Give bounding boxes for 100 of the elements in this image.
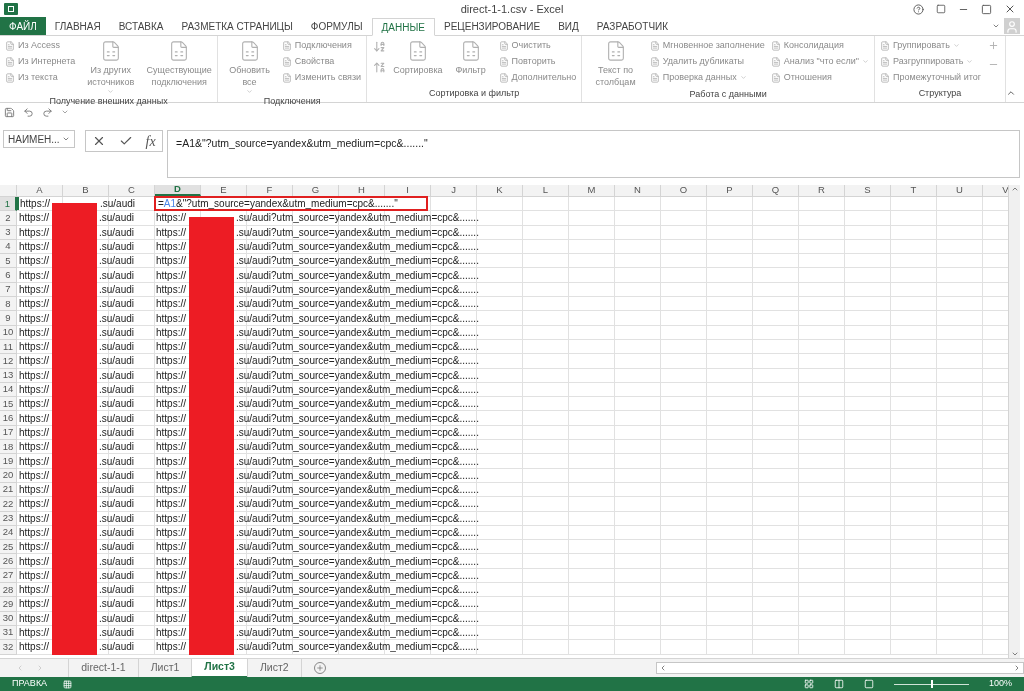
cell-text: https:// bbox=[19, 612, 49, 624]
row-header[interactable]: 15 bbox=[0, 397, 17, 412]
cell-text: .su/audi?utm_source=yandex&utm_medium=cpc&....... bbox=[236, 541, 479, 553]
name-box[interactable]: НАИМЕН... bbox=[3, 130, 75, 148]
column-header[interactable]: T bbox=[891, 185, 937, 196]
row-header[interactable]: 19 bbox=[0, 454, 17, 469]
row-header[interactable]: 8 bbox=[0, 297, 17, 312]
ribbon-tab[interactable]: ДАННЫЕ bbox=[371, 18, 435, 36]
row-header[interactable]: 12 bbox=[0, 354, 17, 369]
cell-text: https:// bbox=[156, 469, 186, 481]
cell-text: .su/audi?utm_source=yandex&utm_medium=cpc&....... bbox=[236, 355, 479, 367]
row-header[interactable]: 22 bbox=[0, 497, 17, 512]
cell-text: .su/audi bbox=[99, 369, 135, 381]
cell-text: https:// bbox=[19, 527, 49, 538]
ribbon-tab[interactable]: РЕЦЕНЗИРОВАНИЕ bbox=[435, 18, 550, 35]
sheet-tab[interactable]: Лист3 bbox=[191, 658, 247, 678]
cell-text: .su/audi bbox=[99, 255, 135, 267]
cell-text: .su/audi bbox=[99, 269, 135, 281]
column-header[interactable]: A bbox=[17, 185, 63, 196]
column-header[interactable]: N bbox=[615, 185, 661, 196]
cell-text: https:// bbox=[156, 441, 186, 453]
column-header[interactable]: L bbox=[523, 185, 569, 196]
column-header[interactable]: U bbox=[937, 185, 983, 196]
cell-text: .su/audi bbox=[99, 584, 135, 596]
cell-text: https:// bbox=[156, 484, 186, 496]
ribbon-tab[interactable]: ВИД bbox=[549, 18, 588, 35]
cell-text: .su/audi?utm_source=yandex&utm_medium=cpc&....... bbox=[236, 498, 479, 510]
cell-text: .su/audi bbox=[99, 384, 135, 395]
ribbon-tab[interactable]: ФОРМУЛЫ bbox=[301, 18, 372, 35]
cell-text: .su/audi bbox=[99, 612, 135, 624]
row-header[interactable]: 18 bbox=[0, 440, 17, 455]
cell-text: https:// bbox=[156, 569, 186, 581]
ribbon-tab[interactable]: ФАЙЛ bbox=[0, 17, 46, 35]
column-header[interactable]: R bbox=[799, 185, 845, 196]
row-header[interactable]: 26 bbox=[0, 554, 17, 569]
ribbon-group-label: Сортировка и фильтр bbox=[428, 86, 521, 100]
column-header[interactable]: Q bbox=[753, 185, 799, 196]
row-header[interactable]: 1 bbox=[0, 197, 17, 212]
ribbon-tab[interactable]: ВСТАВКА bbox=[109, 18, 173, 35]
column-header[interactable]: M bbox=[569, 185, 615, 196]
cell-text: https:// bbox=[156, 341, 186, 353]
row-header[interactable]: 5 bbox=[0, 254, 17, 269]
cell-text: .su/audi?utm_source=yandex&utm_medium=cpc&....... bbox=[236, 441, 479, 453]
cell-text: .su/audi?utm_source=yandex&utm_medium=cpc&....... bbox=[236, 283, 479, 295]
row-header[interactable]: 29 bbox=[0, 597, 17, 612]
column-header[interactable]: P bbox=[707, 185, 753, 196]
row-header[interactable]: 6 bbox=[0, 268, 17, 283]
cell-text: https:// bbox=[156, 283, 186, 295]
column-header[interactable]: D bbox=[155, 185, 201, 196]
column-header[interactable]: J bbox=[431, 185, 477, 196]
function-button[interactable]: fx bbox=[145, 130, 156, 152]
cell-text: https:// bbox=[156, 298, 186, 310]
column-header[interactable]: K bbox=[477, 185, 523, 196]
cell-text: .su/audi?utm_source=yandex&utm_medium=cpc&....... bbox=[236, 469, 479, 481]
ribbon-tab[interactable]: РАЗРАБОТЧИК bbox=[587, 18, 678, 35]
cell-text: https:// bbox=[19, 584, 49, 596]
cell-text: .su/audi?utm_source=yandex&utm_medium=cpc&....... bbox=[236, 398, 479, 410]
formula-input[interactable]: =A1&"?utm_source=yandex&utm_medium=cpc&......." bbox=[167, 130, 1020, 178]
cell-text: .su/audi?utm_source=yandex&utm_medium=cpc&....... bbox=[236, 212, 479, 224]
cell-text: https:// bbox=[20, 198, 50, 210]
row-header[interactable]: 32 bbox=[0, 640, 17, 655]
cell-text: https:// bbox=[19, 369, 49, 381]
row-header[interactable]: 25 bbox=[0, 540, 17, 555]
ribbon-tab[interactable]: РАЗМЕТКА СТРАНИЦЫ bbox=[172, 18, 302, 35]
cell-text: https:// bbox=[19, 212, 49, 224]
window-title: direct-1-1.csv - Excel bbox=[460, 1, 564, 17]
ribbon-group-label: Работа с данными bbox=[688, 88, 768, 101]
row-header[interactable]: 9 bbox=[0, 311, 17, 326]
cell-text: .su/audi bbox=[99, 598, 135, 610]
cell-text: https:// bbox=[19, 555, 49, 567]
column-header[interactable]: B bbox=[63, 185, 109, 196]
cell-text: https:// bbox=[19, 255, 49, 267]
cell-text: https:// bbox=[156, 426, 186, 438]
cell-text: https:// bbox=[156, 498, 186, 510]
cell-text: .su/audi?utm_source=yandex&utm_medium=cpc&....... bbox=[236, 426, 479, 438]
cell-text: .su/audi bbox=[99, 541, 135, 553]
cell-text: https:// bbox=[19, 484, 49, 496]
cell-text: https:// bbox=[19, 226, 49, 238]
cell-text: .su/audi?utm_source=yandex&utm_medium=cpc&....... bbox=[236, 412, 479, 424]
row-header[interactable]: 2 bbox=[0, 211, 17, 226]
cell-text: https:// bbox=[19, 512, 49, 524]
cell-text: .su/audi bbox=[99, 498, 135, 510]
ribbon-tab[interactable]: ГЛАВНАЯ bbox=[45, 18, 110, 35]
column-header[interactable]: O bbox=[661, 185, 707, 196]
column-header[interactable]: S bbox=[845, 185, 891, 196]
cell-text: .su/audi?utm_source=yandex&utm_medium=cpc&....... bbox=[236, 326, 479, 338]
cell-text: .su/audi?utm_source=yandex&utm_medium=cpc&....... bbox=[236, 584, 479, 596]
cell-text: https:// bbox=[156, 226, 186, 238]
cell-text: https:// bbox=[19, 326, 49, 338]
cell-text: https:// bbox=[156, 641, 186, 653]
cell-text: https:// bbox=[19, 384, 49, 395]
cell-text: .su/audi bbox=[99, 641, 135, 653]
cell-text: https:// bbox=[19, 312, 49, 324]
cell-text: https:// bbox=[156, 527, 186, 538]
cell-text: .su/audi?utm_source=yandex&utm_medium=cpc&....... bbox=[236, 527, 479, 538]
row-header[interactable]: 16 bbox=[0, 411, 17, 426]
zoom-level: 100% bbox=[988, 677, 1012, 691]
row-header[interactable]: 28 bbox=[0, 583, 17, 598]
cell-text: .su/audi?utm_source=yandex&utm_medium=cpc&....... bbox=[236, 298, 479, 310]
cell-text: https:// bbox=[19, 355, 49, 367]
